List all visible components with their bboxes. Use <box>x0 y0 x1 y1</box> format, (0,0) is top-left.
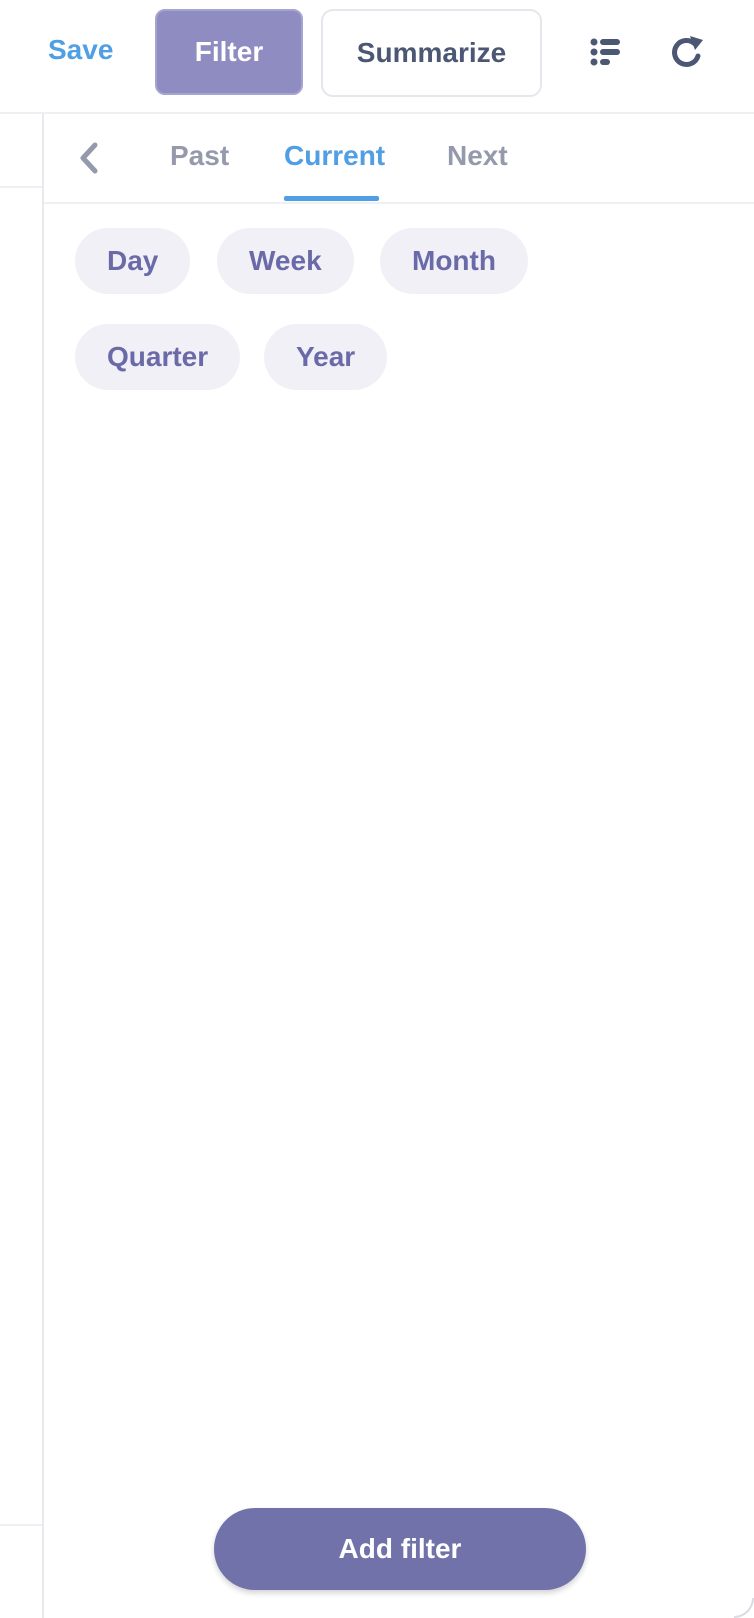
date-filter-panel: Past Current Next Day Week Month Quarter… <box>42 114 754 1618</box>
list-icon-graphic <box>590 38 620 66</box>
option-day[interactable]: Day <box>75 228 191 294</box>
list-icon[interactable] <box>590 38 622 66</box>
date-filter-tabs: Past Current Next <box>44 114 754 204</box>
panel-corner <box>734 1598 754 1618</box>
summarize-button[interactable]: Summarize <box>321 9 542 97</box>
refresh-icon[interactable] <box>669 34 705 70</box>
chevron-left-icon-graphic <box>80 142 98 174</box>
divider <box>0 186 42 188</box>
save-button[interactable]: Save <box>48 34 113 66</box>
add-filter-button[interactable]: Add filter <box>214 1508 586 1590</box>
tab-past[interactable]: Past <box>170 140 229 172</box>
tab-next[interactable]: Next <box>447 140 508 172</box>
chevron-left-icon[interactable] <box>78 142 100 174</box>
refresh-icon-graphic <box>672 36 703 67</box>
option-year[interactable]: Year <box>264 324 388 390</box>
background-content <box>0 114 42 1618</box>
divider <box>0 1524 42 1526</box>
option-quarter[interactable]: Quarter <box>75 324 241 390</box>
option-week[interactable]: Week <box>217 228 354 294</box>
top-toolbar: Save Filter Summarize <box>0 0 754 114</box>
tab-current[interactable]: Current <box>284 140 385 172</box>
active-tab-indicator <box>284 196 379 201</box>
option-month[interactable]: Month <box>380 228 528 294</box>
filter-button[interactable]: Filter <box>155 9 303 95</box>
